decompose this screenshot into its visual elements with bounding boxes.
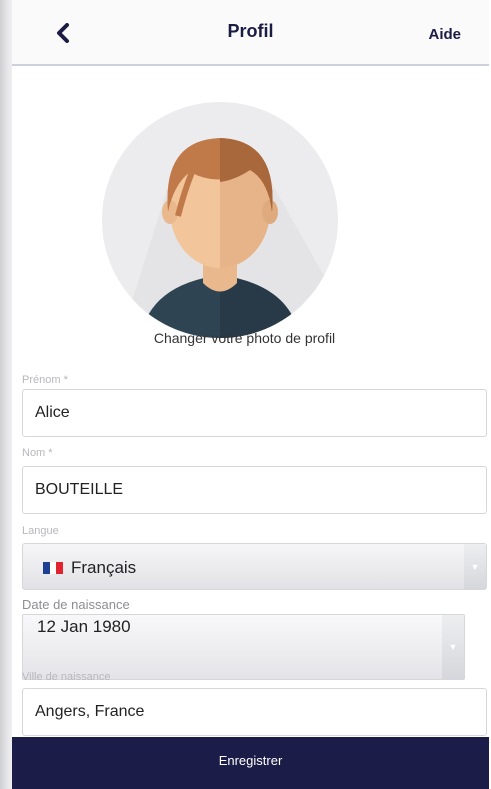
profile-avatar[interactable] bbox=[100, 100, 340, 340]
save-button[interactable]: Enregistrer bbox=[12, 737, 489, 789]
language-select[interactable]: Français ▼ bbox=[22, 543, 487, 590]
last-name-label: Nom * bbox=[22, 447, 53, 459]
app-header: Profil Aide bbox=[12, 0, 489, 66]
language-value-wrap: Français bbox=[43, 558, 136, 578]
language-value: Français bbox=[71, 558, 137, 577]
birth-date-value: 12 Jan 1980 bbox=[37, 617, 131, 636]
avatar-placeholder-icon bbox=[102, 102, 338, 338]
first-name-input[interactable] bbox=[22, 389, 487, 437]
first-name-label: Prénom * bbox=[22, 374, 68, 386]
language-label: Langue bbox=[22, 525, 59, 537]
birth-date-label: Date de naissance bbox=[22, 597, 130, 612]
french-flag-icon bbox=[43, 562, 64, 574]
change-photo-link[interactable]: Changer votre photo de profil bbox=[0, 330, 477, 346]
birth-city-input[interactable] bbox=[22, 688, 487, 736]
chevron-down-icon: ▼ bbox=[442, 615, 464, 679]
last-name-input[interactable] bbox=[22, 466, 487, 514]
birth-city-label: Ville de naissance bbox=[22, 671, 111, 683]
chevron-down-icon: ▼ bbox=[464, 544, 486, 589]
page-title: Profil bbox=[227, 21, 274, 41]
help-link[interactable]: Aide bbox=[428, 26, 461, 43]
